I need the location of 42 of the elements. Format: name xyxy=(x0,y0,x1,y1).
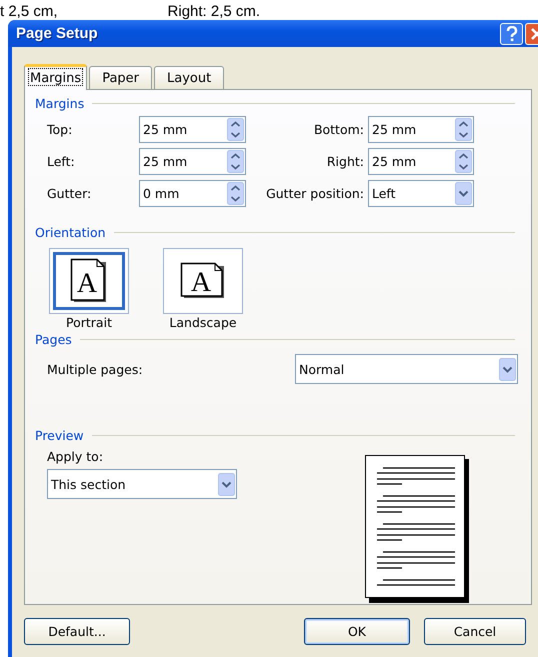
dialog-button[interactable]: Default... xyxy=(24,618,130,644)
dialog-button[interactable]: OK xyxy=(304,618,410,644)
orientation-button[interactable]: A xyxy=(49,248,129,314)
field-label: Gutter: xyxy=(47,186,92,201)
spinner-arrows-icon xyxy=(227,150,244,173)
tab[interactable]: Paper xyxy=(89,66,152,89)
landscape-page-icon: A xyxy=(180,262,226,300)
spin-box[interactable]: 0 mm xyxy=(139,180,246,207)
dropdown[interactable]: Normal xyxy=(295,354,518,384)
orientation-label: Portrait xyxy=(66,315,112,330)
field-label: Bottom: xyxy=(312,122,365,137)
spinner-arrows-icon xyxy=(227,118,244,141)
document-text: t 2,5 cm, xyxy=(0,3,58,20)
spin-box[interactable]: 25 mm xyxy=(368,148,474,175)
orientation-label: Landscape xyxy=(169,315,237,330)
group-heading: Pages xyxy=(35,332,72,347)
portrait-page-icon: A xyxy=(70,258,108,304)
spin-box[interactable]: 25 mm xyxy=(368,116,474,143)
document-text: Right: 2,5 cm. xyxy=(168,3,260,20)
help-icon xyxy=(504,26,518,42)
field-label: Right: xyxy=(326,154,365,169)
spinner-arrows-icon xyxy=(227,182,244,205)
orientation-button[interactable]: A xyxy=(163,248,243,314)
field-label: Apply to: xyxy=(47,449,104,464)
spinner-arrows-icon xyxy=(455,118,472,141)
field-label: Multiple pages: xyxy=(47,362,143,376)
dialog-button[interactable]: Cancel xyxy=(424,618,526,644)
help-button[interactable] xyxy=(500,22,523,44)
spin-box[interactable]: 25 mm xyxy=(139,116,246,143)
dropdown[interactable]: This section xyxy=(47,469,237,499)
spinner-arrows-icon xyxy=(455,150,472,173)
tab[interactable]: Margins xyxy=(24,64,88,90)
field-label: Gutter position: xyxy=(265,186,365,201)
tab[interactable]: Layout xyxy=(154,66,224,89)
group-heading: Preview xyxy=(35,428,84,443)
field-label: Top: xyxy=(47,122,74,137)
group-heading: Orientation xyxy=(35,225,106,240)
dropdown[interactable]: Left xyxy=(368,180,474,207)
field-label: Left: xyxy=(47,154,76,169)
window-title: Page Setup xyxy=(16,25,98,42)
group-heading: Margins xyxy=(35,96,84,111)
spin-box[interactable]: 25 mm xyxy=(139,148,246,175)
